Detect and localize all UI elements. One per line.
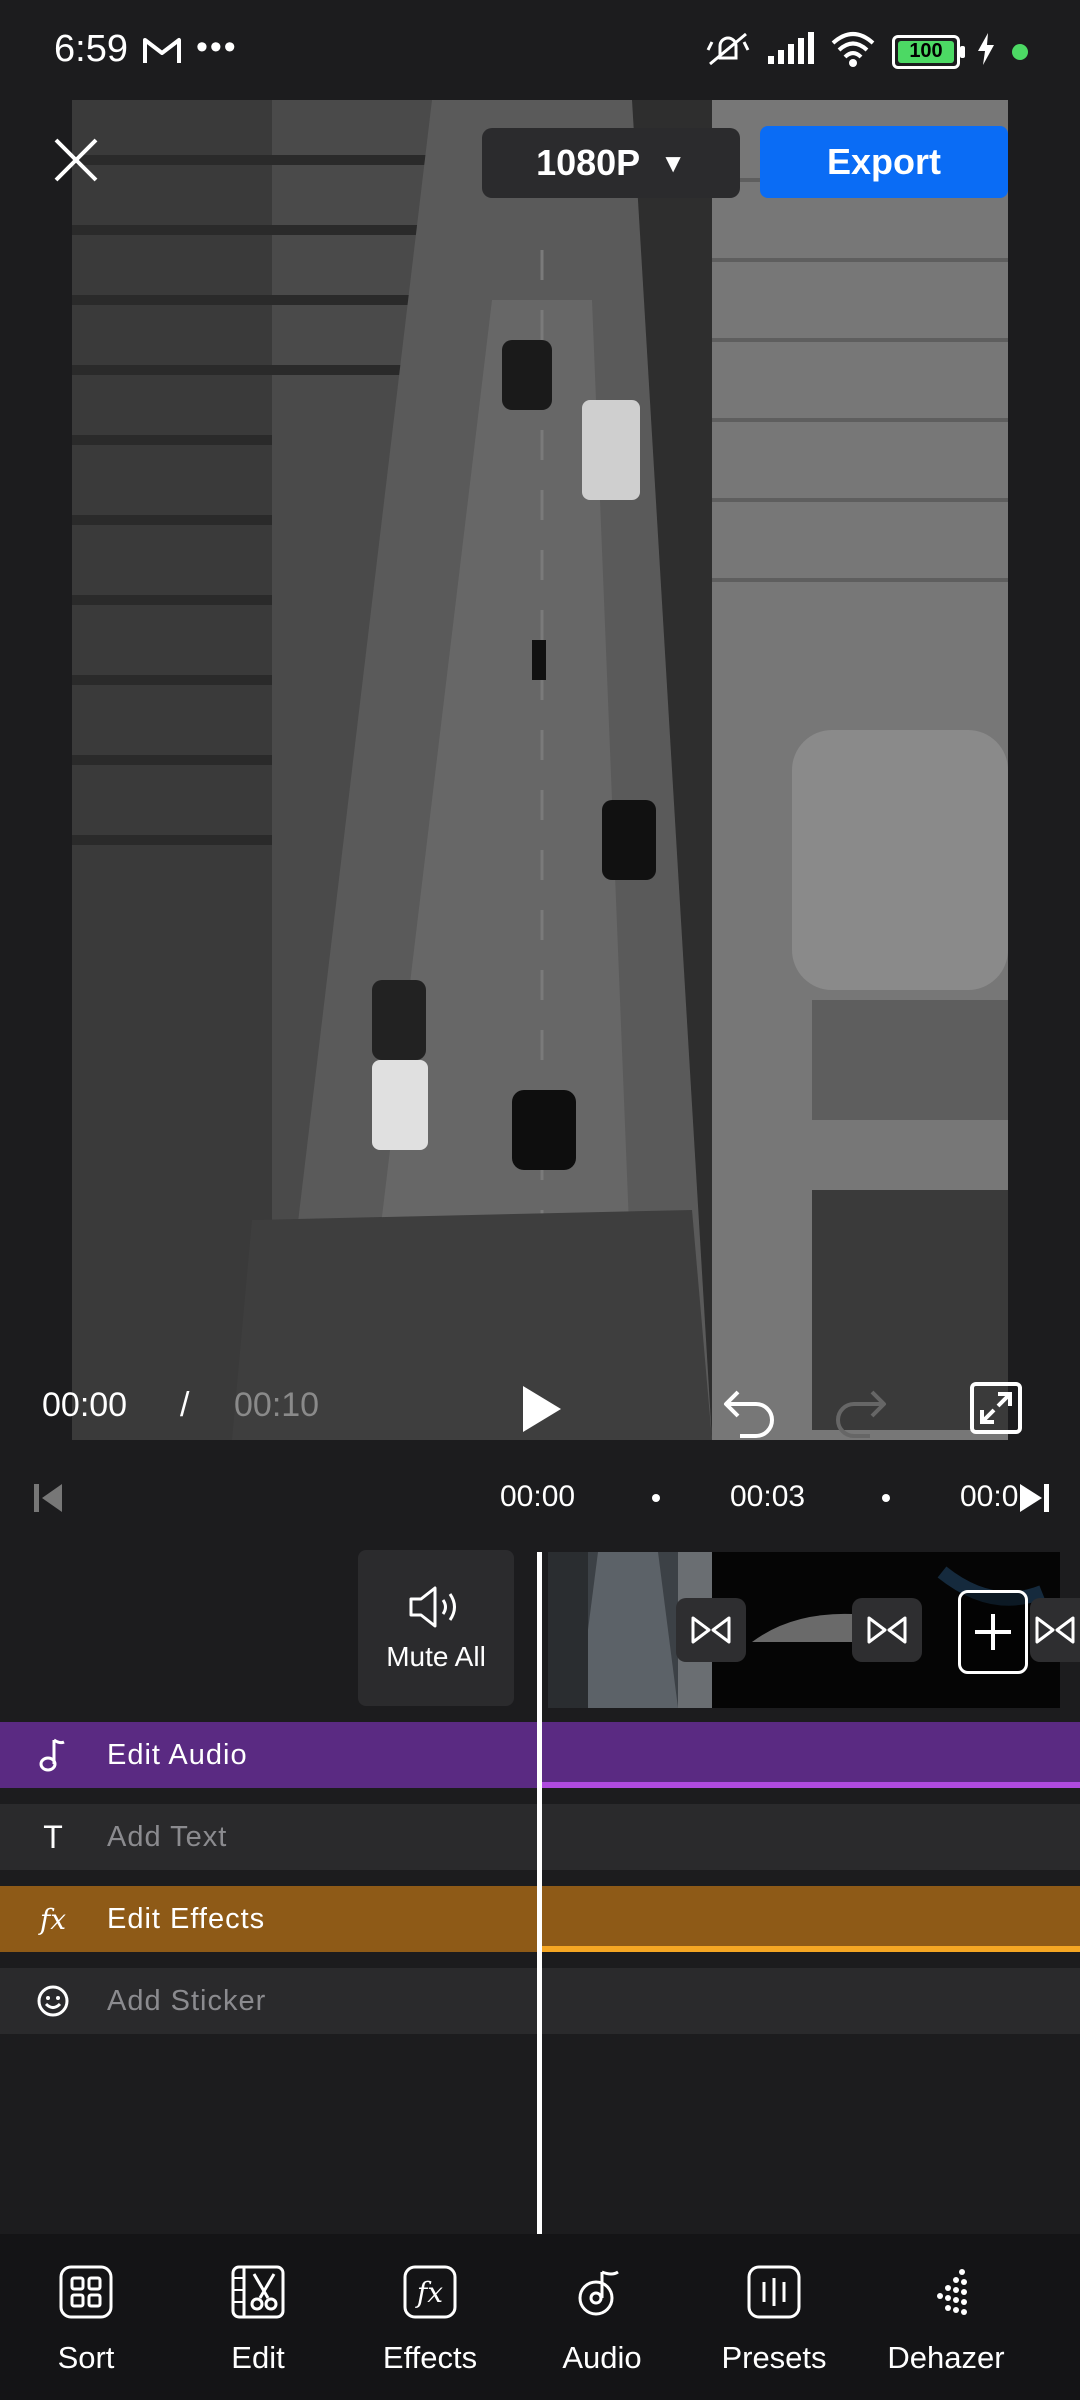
audio-track-bar: [540, 1782, 1080, 1788]
track-label: Edit Audio: [107, 1738, 248, 1771]
svg-text:fx: fx: [415, 2276, 443, 2309]
dehazer-icon: [916, 2262, 976, 2322]
privacy-indicator-dot: [1012, 43, 1028, 60]
ruler-dot: [652, 1494, 660, 1502]
ruler-mark: 00:03: [730, 1480, 806, 1513]
more-notifications-icon: •••: [196, 28, 238, 66]
presets-icon: [744, 2262, 804, 2322]
play-icon[interactable]: [515, 1382, 567, 1436]
transition-icon[interactable]: [852, 1598, 922, 1662]
ruler-mark: 00:0: [960, 1480, 1019, 1513]
fx-icon: fx: [39, 1902, 67, 1936]
battery-icon: 100: [892, 34, 965, 69]
nav-edit[interactable]: Edit: [172, 2234, 344, 2400]
status-icons: 100: [706, 30, 1028, 73]
track-label: Add Text: [107, 1820, 228, 1853]
current-time: 00:00: [42, 1386, 128, 1424]
track-label: Edit Effects: [107, 1902, 266, 1935]
nav-label: Effects: [382, 2340, 478, 2375]
nav-label: Audio: [562, 2340, 642, 2375]
ruler-mark: 00:00: [500, 1480, 576, 1513]
status-time: 6:59: [54, 28, 128, 70]
mute-all-button[interactable]: Mute All: [358, 1550, 514, 1706]
city-street-image: [72, 100, 1008, 1440]
sort-grid-icon: [56, 2262, 116, 2322]
playhead[interactable]: [537, 1552, 542, 2234]
battery-level: 100: [909, 40, 943, 62]
nav-label: Sort: [57, 2340, 115, 2375]
add-clip-button[interactable]: [958, 1590, 1028, 1674]
transition-icon[interactable]: [1030, 1598, 1080, 1662]
nav-effects[interactable]: fx Effects: [344, 2234, 516, 2400]
skip-to-start-icon[interactable]: [28, 1478, 68, 1518]
resolution-label: 1080P: [536, 142, 641, 183]
wifi-icon: [830, 31, 876, 72]
transition-icon[interactable]: [676, 1598, 746, 1662]
time-separator: /: [180, 1386, 190, 1424]
bottom-nav: Sort Edit fx Effects Audio Presets Dehaz…: [0, 2234, 1080, 2400]
nav-audio[interactable]: Audio: [516, 2234, 688, 2400]
signal-icon: [766, 32, 814, 71]
gmail-icon: [142, 36, 182, 71]
undo-icon[interactable]: [720, 1382, 780, 1438]
film-scissors-icon: [228, 2262, 288, 2322]
dropdown-arrow-icon: ▼: [660, 147, 686, 178]
plus-icon: [975, 1614, 1011, 1650]
close-icon[interactable]: [48, 132, 104, 188]
effects-track-bar: [540, 1946, 1080, 1952]
nav-label: Dehazer: [887, 2340, 1005, 2375]
nav-label: Edit: [231, 2340, 285, 2375]
fx-icon: fx: [400, 2262, 460, 2322]
resolution-dropdown[interactable]: 1080P ▼: [482, 128, 740, 198]
music-note-icon: [572, 2262, 632, 2322]
nav-label: Presets: [721, 2340, 827, 2375]
total-time: 00:10: [234, 1386, 320, 1424]
track-label: Add Sticker: [107, 1984, 267, 2017]
mute-all-label: Mute All: [386, 1640, 486, 1672]
text-icon: T: [43, 1818, 63, 1855]
music-note-icon: [34, 1736, 72, 1774]
nav-sort[interactable]: Sort: [0, 2234, 172, 2400]
fullscreen-icon[interactable]: [968, 1380, 1024, 1436]
smiley-icon: [34, 1982, 72, 2020]
speaker-icon: [407, 1584, 465, 1635]
charging-icon: [976, 33, 996, 70]
ruler-dot: [882, 1494, 890, 1502]
mute-vibrate-icon: [706, 30, 750, 73]
export-button[interactable]: Export: [760, 126, 1008, 198]
redo-icon[interactable]: [830, 1382, 890, 1438]
skip-to-end-icon[interactable]: [1016, 1478, 1056, 1518]
nav-dehazer[interactable]: Dehazer: [860, 2234, 1032, 2400]
video-preview[interactable]: [72, 100, 1008, 1440]
nav-presets[interactable]: Presets: [688, 2234, 860, 2400]
status-bar: 6:59 ••• 100: [0, 0, 1080, 100]
